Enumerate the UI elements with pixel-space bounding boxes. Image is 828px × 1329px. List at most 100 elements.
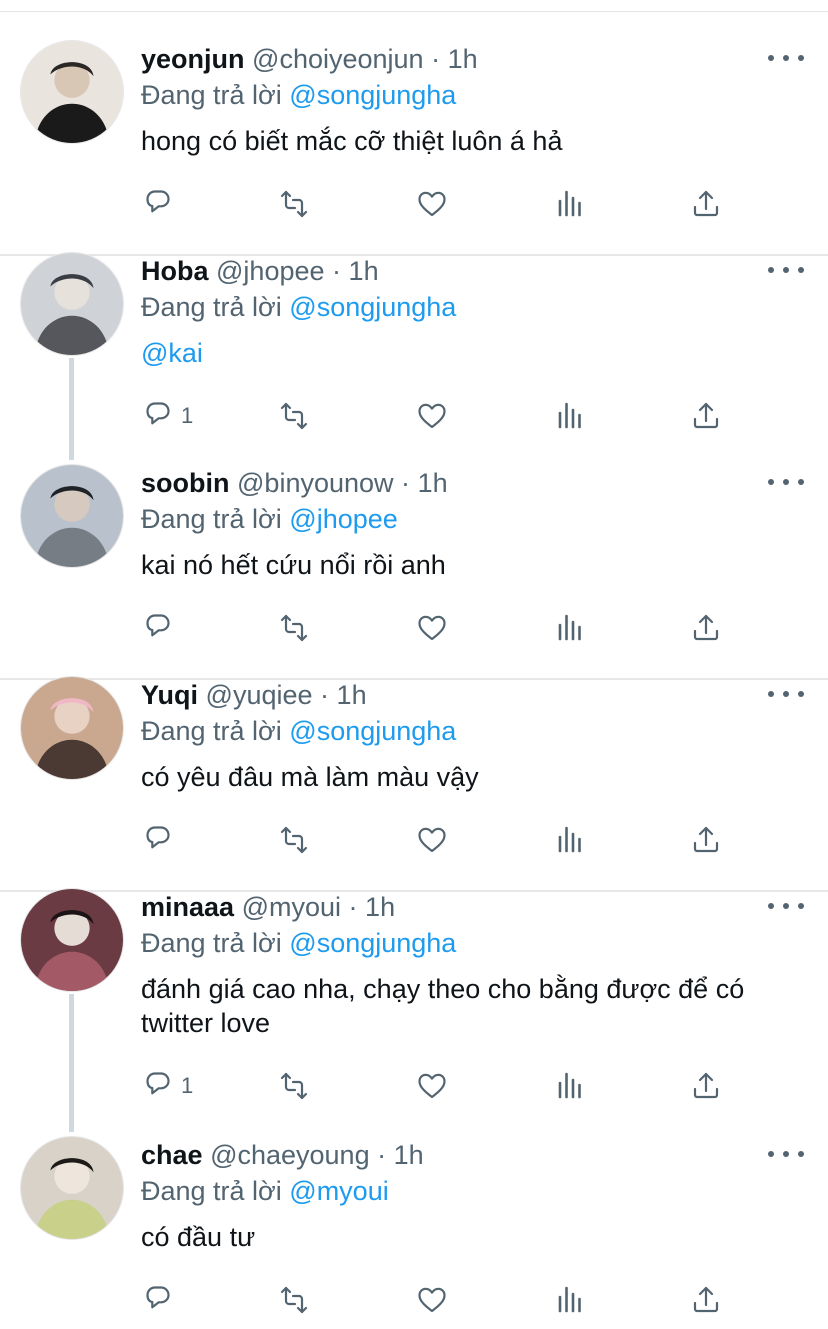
timestamp[interactable]: 1h — [337, 680, 367, 710]
more-dot — [783, 903, 789, 909]
retweet-icon — [277, 399, 311, 433]
more-dot — [798, 1151, 804, 1157]
replying-prefix: Đang trả lời — [141, 80, 282, 110]
analytics-button[interactable] — [553, 1068, 587, 1104]
analytics-button[interactable] — [553, 398, 587, 434]
display-name[interactable]: Hoba — [141, 256, 209, 286]
replying-mention[interactable]: @songjungha — [289, 716, 456, 746]
user-handle[interactable]: @myoui — [242, 892, 341, 922]
replying-mention[interactable]: @jhopee — [289, 504, 398, 534]
more-icon[interactable] — [768, 1144, 804, 1164]
avatar[interactable] — [20, 464, 124, 568]
replying-mention[interactable]: @songjungha — [289, 80, 456, 110]
more-icon[interactable] — [768, 260, 804, 280]
heart-button[interactable] — [415, 1282, 449, 1318]
avatar[interactable] — [20, 40, 124, 144]
share-button[interactable] — [689, 822, 723, 858]
heart-button[interactable] — [415, 398, 449, 434]
display-name[interactable]: Yuqi — [141, 680, 198, 710]
meta-separator: · — [431, 44, 441, 74]
retweet-button[interactable] — [277, 398, 311, 434]
timestamp[interactable]: 1h — [394, 1140, 424, 1170]
reply-count: 1 — [181, 1073, 194, 1098]
user-handle[interactable]: @yuqiee — [206, 680, 313, 710]
timestamp[interactable]: 1h — [418, 468, 448, 498]
tweet-text[interactable]: @kai — [141, 336, 801, 370]
share-button[interactable] — [689, 610, 723, 646]
analytics-button[interactable] — [553, 186, 587, 222]
heart-icon — [415, 1069, 449, 1103]
heart-button[interactable] — [415, 822, 449, 858]
replying-mention[interactable]: @songjungha — [289, 928, 456, 958]
timestamp[interactable]: 1h — [365, 892, 395, 922]
analytics-icon — [553, 823, 587, 857]
share-button[interactable] — [689, 186, 723, 222]
retweet-button[interactable] — [277, 822, 311, 858]
heart-button[interactable] — [415, 610, 449, 646]
user-handle[interactable]: @choiyeonjun — [252, 44, 424, 74]
meta-separator: · — [332, 256, 342, 286]
tweet-header: minaaa @myoui · 1h — [141, 890, 395, 924]
retweet-button[interactable] — [277, 186, 311, 222]
action-bar — [141, 610, 741, 646]
reply-button[interactable] — [141, 1282, 175, 1318]
replying-prefix: Đang trả lời — [141, 928, 282, 958]
avatar[interactable] — [20, 888, 124, 992]
avatar[interactable] — [20, 1136, 124, 1240]
tweet-text: có yêu đâu mà làm màu vậy — [141, 762, 479, 792]
timestamp[interactable]: 1h — [349, 256, 379, 286]
retweet-button[interactable] — [277, 1068, 311, 1104]
more-dot — [783, 479, 789, 485]
display-name[interactable]: minaaa — [141, 892, 234, 922]
analytics-icon — [553, 611, 587, 645]
retweet-icon — [277, 1283, 311, 1317]
analytics-button[interactable] — [553, 822, 587, 858]
more-icon[interactable] — [768, 684, 804, 704]
analytics-button[interactable] — [553, 610, 587, 646]
user-handle[interactable]: @binyounow — [237, 468, 394, 498]
share-button[interactable] — [689, 1068, 723, 1104]
replying-to: Đang trả lời @myoui — [141, 1174, 389, 1208]
reply-button[interactable]: 1 — [141, 1068, 193, 1104]
reply-button[interactable] — [141, 186, 175, 222]
more-icon[interactable] — [768, 48, 804, 68]
more-icon[interactable] — [768, 896, 804, 916]
share-button[interactable] — [689, 398, 723, 434]
replying-to: Đang trả lời @songjungha — [141, 926, 456, 960]
replying-mention[interactable]: @songjungha — [289, 292, 456, 322]
replying-mention[interactable]: @myoui — [289, 1176, 388, 1206]
avatar[interactable] — [20, 676, 124, 780]
tweet-header: Hoba @jhopee · 1h — [141, 254, 379, 288]
analytics-button[interactable] — [553, 1282, 587, 1318]
share-button[interactable] — [689, 1282, 723, 1318]
replying-prefix: Đang trả lời — [141, 716, 282, 746]
user-handle[interactable]: @jhopee — [216, 256, 325, 286]
avatar[interactable] — [20, 252, 124, 356]
more-dot — [783, 691, 789, 697]
analytics-icon — [553, 187, 587, 221]
tweet-header: chae @chaeyoung · 1h — [141, 1138, 424, 1172]
reply-button[interactable]: 1 — [141, 398, 193, 434]
display-name[interactable]: chae — [141, 1140, 203, 1170]
share-icon — [689, 611, 723, 645]
heart-button[interactable] — [415, 186, 449, 222]
analytics-icon — [553, 1069, 587, 1103]
action-bar — [141, 1282, 741, 1318]
retweet-button[interactable] — [277, 610, 311, 646]
more-icon[interactable] — [768, 472, 804, 492]
tweet-text: có đầu tư — [141, 1222, 256, 1252]
retweet-button[interactable] — [277, 1282, 311, 1318]
replying-to: Đang trả lời @songjungha — [141, 78, 456, 112]
reply-button[interactable] — [141, 610, 175, 646]
reply-icon — [141, 399, 175, 433]
display-name[interactable]: yeonjun — [141, 44, 245, 74]
reply-button[interactable] — [141, 822, 175, 858]
timestamp[interactable]: 1h — [448, 44, 478, 74]
heart-button[interactable] — [415, 1068, 449, 1104]
tweet-text: đánh giá cao nha, chạy theo cho bằng đượ… — [141, 974, 745, 1038]
display-name[interactable]: soobin — [141, 468, 230, 498]
replying-prefix: Đang trả lời — [141, 1176, 282, 1206]
thread-connector — [69, 994, 74, 1132]
reply-icon — [141, 823, 175, 857]
user-handle[interactable]: @chaeyoung — [210, 1140, 370, 1170]
